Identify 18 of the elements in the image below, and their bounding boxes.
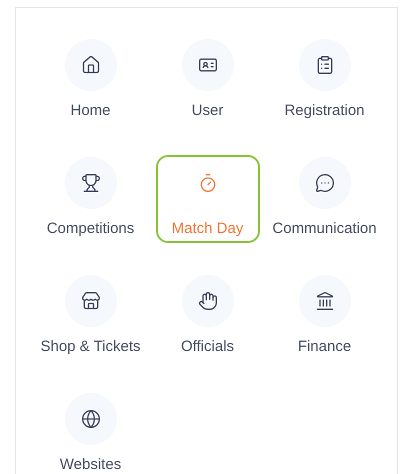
menu-item[interactable]: Communication bbox=[272, 155, 376, 243]
menu-item[interactable]: Officials bbox=[156, 273, 260, 361]
clipboard-icon bbox=[314, 55, 334, 75]
menu-item[interactable]: Registration bbox=[272, 37, 376, 125]
storefront-icon bbox=[80, 291, 100, 311]
menu-item[interactable]: Finance bbox=[272, 273, 376, 361]
stopwatch-icon bbox=[198, 173, 218, 193]
trophy-icon bbox=[80, 173, 100, 193]
chat-bubble-icon bbox=[314, 173, 334, 193]
menu-item[interactable]: Home bbox=[38, 37, 142, 125]
menu-item[interactable]: Competitions bbox=[38, 155, 142, 243]
menu-item[interactable]: Websites bbox=[38, 391, 142, 474]
house-icon bbox=[80, 55, 100, 75]
menu-item[interactable]: Shop & Tickets bbox=[38, 273, 142, 361]
menu-item[interactable]: User bbox=[156, 37, 260, 125]
globe-icon bbox=[80, 409, 100, 429]
hand-icon bbox=[198, 291, 218, 311]
bank-building-icon bbox=[314, 291, 334, 311]
